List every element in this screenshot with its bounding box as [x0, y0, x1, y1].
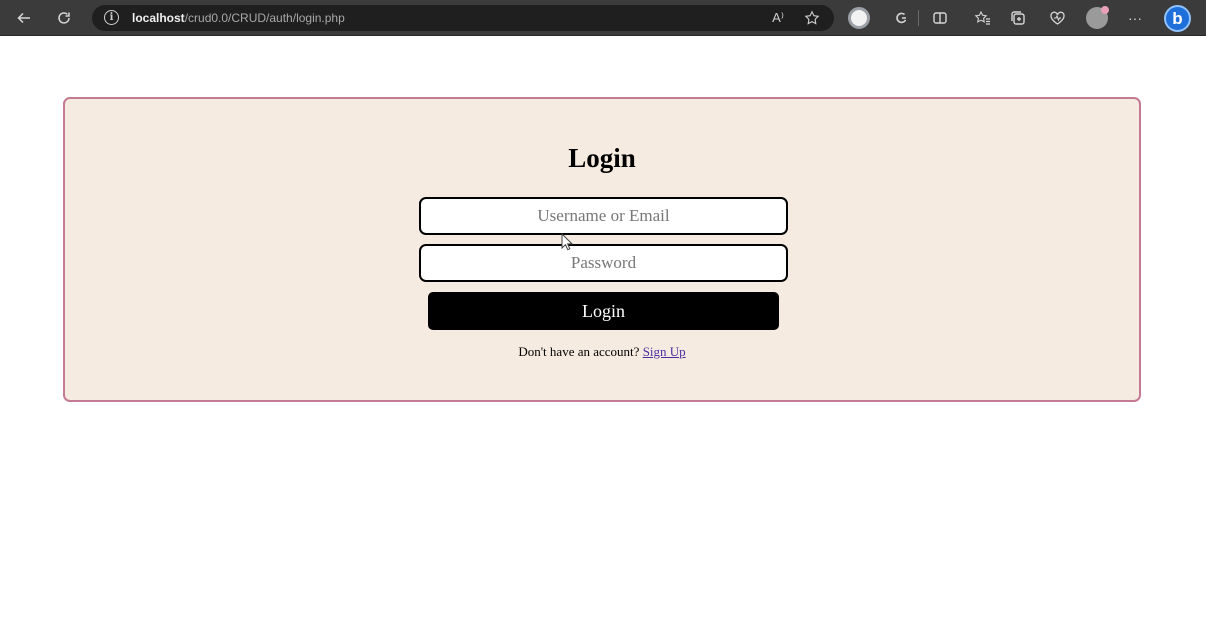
read-aloud-icon[interactable]: A⁾: [768, 8, 788, 28]
page-title: Login: [568, 143, 636, 173]
signup-link[interactable]: Sign Up: [643, 344, 686, 359]
toolbar-separator: [918, 10, 919, 26]
address-host: localhost: [132, 11, 185, 25]
address-url[interactable]: localhost/crud0.0/CRUD/auth/login.php: [132, 11, 345, 25]
password-input[interactable]: [419, 244, 788, 282]
refresh-icon[interactable]: [50, 4, 78, 32]
signup-prompt-line: Don't have an account? Sign Up: [65, 344, 1139, 360]
split-screen-icon[interactable]: [926, 4, 954, 32]
login-button[interactable]: Login: [428, 292, 779, 330]
bing-icon[interactable]: b: [1164, 5, 1191, 32]
performance-icon[interactable]: [1043, 4, 1071, 32]
favorites-icon[interactable]: [968, 4, 996, 32]
mouse-cursor-icon: [561, 233, 573, 251]
back-icon[interactable]: [10, 4, 38, 32]
browser-essentials-icon[interactable]: [848, 7, 870, 29]
signup-prompt-text: Don't have an account?: [518, 344, 640, 359]
login-card: Login Login Don't have an account? Sign …: [63, 97, 1141, 402]
more-icon[interactable]: ···: [1121, 4, 1149, 32]
address-path: /crud0.0/CRUD/auth/login.php: [184, 11, 345, 25]
copilot-icon[interactable]: [887, 4, 915, 32]
favorite-star-icon[interactable]: [802, 8, 822, 28]
address-bar[interactable]: i localhost/crud0.0/CRUD/auth/login.php …: [92, 5, 834, 31]
browser-toolbar: i localhost/crud0.0/CRUD/auth/login.php …: [0, 0, 1206, 36]
notification-dot: [1101, 6, 1109, 14]
username-input[interactable]: [419, 197, 788, 235]
collections-icon[interactable]: [1004, 4, 1032, 32]
info-icon[interactable]: i: [104, 10, 119, 25]
